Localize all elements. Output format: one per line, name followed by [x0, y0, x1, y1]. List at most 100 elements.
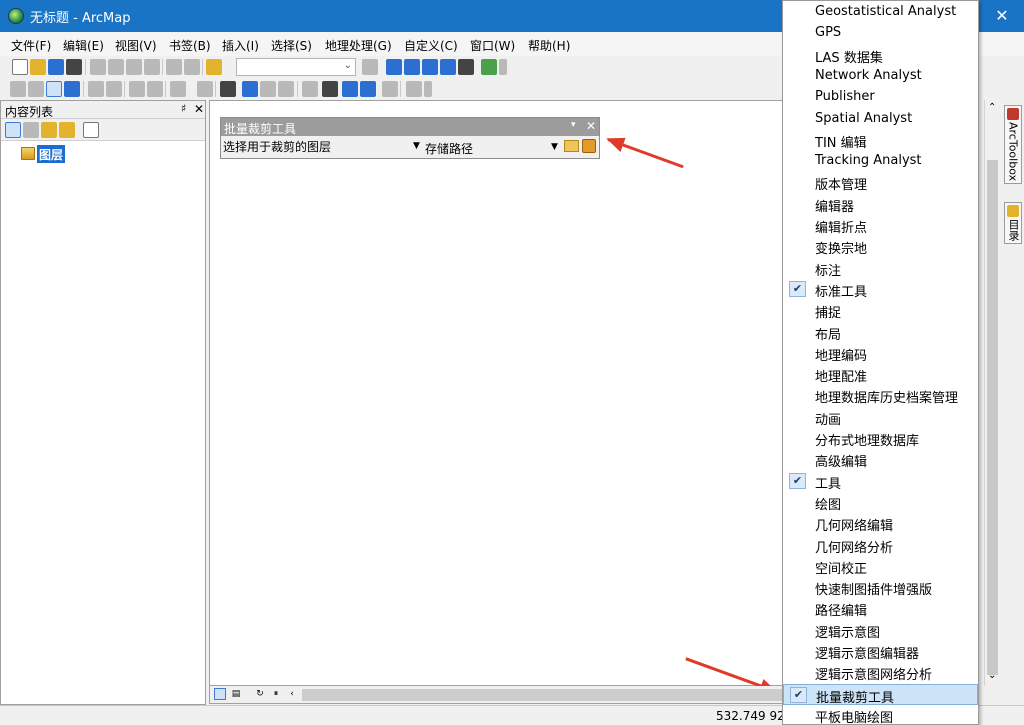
context-menu-item[interactable]: 逻辑示意图网络分析: [783, 662, 978, 683]
model-builder-icon[interactable]: [481, 59, 497, 75]
context-menu-item[interactable]: LAS 数据集: [783, 45, 978, 66]
select-features-icon[interactable]: [170, 81, 186, 97]
context-menu-item[interactable]: 地理编码: [783, 343, 978, 364]
menu-view[interactable]: 视图(V): [115, 37, 157, 54]
context-menu-item[interactable]: 布局: [783, 322, 978, 343]
context-menu-item[interactable]: 空间校正: [783, 556, 978, 577]
save-icon[interactable]: [48, 59, 64, 75]
editor-toolbar-icon[interactable]: [362, 59, 378, 75]
context-menu-item[interactable]: Network Analyst: [783, 66, 978, 87]
context-menu-item[interactable]: 动画: [783, 407, 978, 428]
toolbar-options-icon[interactable]: [424, 81, 432, 97]
browse-folder-icon[interactable]: [564, 140, 579, 152]
context-menu-item[interactable]: 快速制图插件增强版: [783, 577, 978, 598]
context-menu-item[interactable]: GPS: [783, 23, 978, 44]
html-popup-icon[interactable]: [278, 81, 294, 97]
hyperlink-icon[interactable]: [260, 81, 276, 97]
refresh-icon[interactable]: ↻: [254, 688, 266, 700]
python-window-icon[interactable]: [458, 59, 474, 75]
context-menu-item[interactable]: 地理数据库历史档案管理: [783, 385, 978, 406]
context-menu-item[interactable]: 绘图: [783, 492, 978, 513]
context-menu-item[interactable]: 捕捉: [783, 300, 978, 321]
clear-selection-icon[interactable]: [197, 81, 213, 97]
fixed-zoom-out-icon[interactable]: [106, 81, 122, 97]
toc-options-icon[interactable]: [83, 122, 99, 138]
data-view-icon[interactable]: [214, 688, 226, 700]
context-menu-item[interactable]: 几何网络分析: [783, 535, 978, 556]
list-by-selection-icon[interactable]: [59, 122, 75, 138]
pin-icon[interactable]: ♯: [181, 102, 186, 115]
map-scale-combo[interactable]: ⌄: [236, 58, 356, 76]
full-extent-icon[interactable]: [64, 81, 80, 97]
toolbar-options-icon[interactable]: [499, 59, 507, 75]
time-slider-icon[interactable]: [382, 81, 398, 97]
list-by-visibility-icon[interactable]: [41, 122, 57, 138]
save-path-dropdown[interactable]: 存储路径: [425, 140, 473, 157]
pause-drawing-icon[interactable]: ⏸: [270, 688, 282, 700]
context-menu-item[interactable]: ✔ 工具: [783, 471, 978, 492]
new-document-icon[interactable]: [12, 59, 28, 75]
cut-icon[interactable]: [90, 59, 106, 75]
delete-icon[interactable]: [144, 59, 160, 75]
go-to-xy-icon[interactable]: [360, 81, 376, 97]
menu-file[interactable]: 文件(F): [11, 37, 51, 54]
undo-icon[interactable]: [166, 59, 182, 75]
toolbar-close-icon[interactable]: ✕: [586, 119, 596, 133]
tab-arctoolbox[interactable]: ArcToolbox: [1004, 105, 1022, 185]
context-menu-item[interactable]: Spatial Analyst: [783, 109, 978, 130]
menu-windows[interactable]: 窗口(W): [470, 37, 515, 54]
toolbar-menu-icon[interactable]: ▾: [571, 120, 576, 130]
context-menu-item[interactable]: 逻辑示意图编辑器: [783, 641, 978, 662]
menu-selection[interactable]: 选择(S): [271, 37, 312, 54]
fixed-zoom-in-icon[interactable]: [88, 81, 104, 97]
chevron-down-icon[interactable]: ⌄: [988, 670, 996, 681]
chevron-up-icon[interactable]: ⌃: [988, 102, 996, 113]
scroll-left-icon[interactable]: ‹: [286, 688, 298, 700]
open-folder-icon[interactable]: [30, 59, 46, 75]
tab-catalog[interactable]: 目录: [1004, 202, 1022, 244]
layers-label[interactable]: 图层: [37, 145, 66, 163]
context-menu-item[interactable]: Publisher: [783, 87, 978, 108]
menu-bookmarks[interactable]: 书签(B): [169, 37, 211, 54]
pan-hand-icon[interactable]: [46, 81, 62, 97]
context-menu-item[interactable]: 几何网络编辑: [783, 513, 978, 534]
context-menu-item[interactable]: 分布式地理数据库: [783, 428, 978, 449]
menu-help[interactable]: 帮助(H): [528, 37, 570, 54]
menu-geoprocessing[interactable]: 地理处理(G): [325, 37, 392, 54]
back-arrow-icon[interactable]: [129, 81, 145, 97]
copy-icon[interactable]: [108, 59, 124, 75]
context-menu-item[interactable]: Geostatistical Analyst: [783, 2, 978, 23]
find-binoculars-icon[interactable]: [322, 81, 338, 97]
scrollbar-thumb[interactable]: [987, 160, 998, 675]
redo-icon[interactable]: [184, 59, 200, 75]
add-data-icon[interactable]: [206, 59, 222, 75]
context-menu-item[interactable]: ✔ 标准工具: [783, 279, 978, 300]
find-route-icon[interactable]: [342, 81, 358, 97]
context-menu-item[interactable]: ✔ 批量裁剪工具: [783, 683, 978, 706]
vertical-scrollbar[interactable]: ⌃ ⌄: [984, 100, 1000, 686]
select-elements-cursor-icon[interactable]: [220, 81, 236, 97]
table-of-contents-icon[interactable]: [386, 59, 402, 75]
window-close-button[interactable]: ✕: [980, 0, 1024, 32]
context-menu-item[interactable]: 高级编辑: [783, 449, 978, 470]
context-menu-item[interactable]: 编辑折点: [783, 215, 978, 236]
map-view[interactable]: [209, 100, 787, 686]
context-menu-item[interactable]: 地理配准: [783, 364, 978, 385]
layout-view-icon[interactable]: ▤: [230, 688, 242, 700]
zoom-in-icon[interactable]: [10, 81, 26, 97]
identify-icon[interactable]: [242, 81, 258, 97]
context-menu-item[interactable]: TIN 编辑: [783, 130, 978, 151]
list-by-drawing-order-icon[interactable]: [5, 122, 21, 138]
zoom-out-icon[interactable]: [28, 81, 44, 97]
catalog-window-icon[interactable]: [404, 59, 420, 75]
list-by-source-icon[interactable]: [23, 122, 39, 138]
context-menu-item[interactable]: 路径编辑: [783, 598, 978, 619]
arctoolbox-icon[interactable]: [440, 59, 456, 75]
menu-customize[interactable]: 自定义(C): [404, 37, 458, 54]
batch-clip-toolbar-caption[interactable]: 批量裁剪工具 ▾ ✕: [221, 118, 599, 136]
forward-arrow-icon[interactable]: [147, 81, 163, 97]
dropdown-arrow-icon[interactable]: ▼: [551, 142, 558, 152]
viewer-window-icon[interactable]: [406, 81, 422, 97]
clip-layer-dropdown[interactable]: 选择用于裁剪的图层 ▼: [223, 138, 423, 156]
context-menu-item[interactable]: 变换宗地: [783, 236, 978, 257]
